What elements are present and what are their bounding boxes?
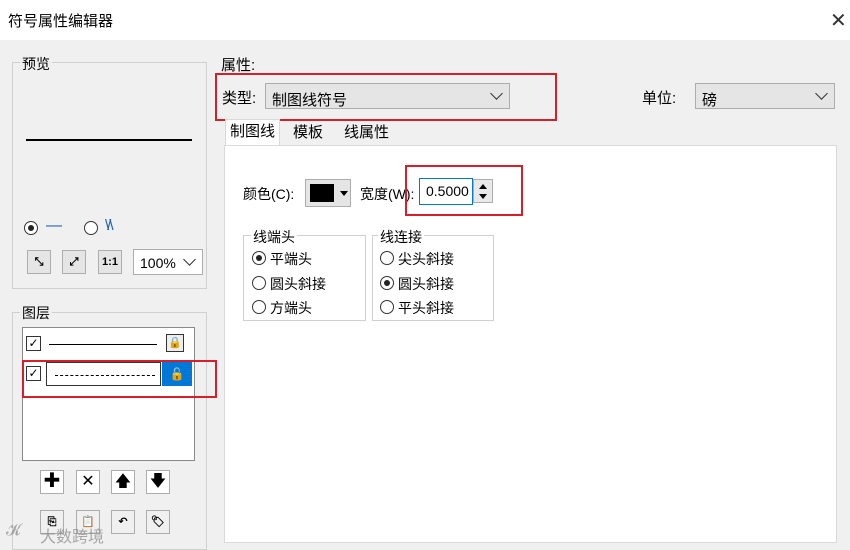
join-option-label: 尖头斜接 <box>398 251 454 267</box>
wave-mode-icon: \/\ <box>105 217 113 234</box>
annotation-box-layer <box>22 360 217 398</box>
annotation-box-width <box>405 165 523 216</box>
expand-icon[interactable]: ⤢ <box>62 250 86 274</box>
join-option-label: 圆头斜接 <box>398 276 454 292</box>
actual-size-icon[interactable]: 1:1 <box>98 250 122 274</box>
preview-label: 预览 <box>20 54 52 74</box>
zoom-value: 100% <box>140 255 176 271</box>
properties-label: 属性: <box>221 57 256 74</box>
tab-cartographic-line[interactable]: 制图线 <box>225 119 281 147</box>
close-icon[interactable]: ✕ <box>830 8 847 33</box>
layers-label: 图层 <box>20 303 52 323</box>
radio-join-miter[interactable] <box>380 251 394 265</box>
color-label: 颜色(C): <box>243 186 295 202</box>
radio-wave-mode[interactable] <box>84 221 98 235</box>
delete-icon[interactable]: ✕ <box>76 470 100 494</box>
add-icon[interactable]: ✚ <box>40 470 64 494</box>
radio-cap-flat[interactable] <box>252 251 266 265</box>
color-picker[interactable] <box>305 179 351 207</box>
move-down-icon[interactable]: 🡇 <box>146 470 170 494</box>
cap-option-label: 平端头 <box>270 251 312 267</box>
join-group-label: 线连接 <box>378 227 424 247</box>
chevron-down-icon <box>183 253 196 266</box>
unit-select[interactable]: 磅 <box>695 83 835 109</box>
tab-line-properties[interactable]: 线属性 <box>340 121 393 145</box>
tab-template[interactable]: 模板 <box>289 121 327 145</box>
title-bar <box>0 0 850 40</box>
tag-icon[interactable]: 🏷 <box>146 510 170 534</box>
cap-option-label: 圆头斜接 <box>270 276 326 292</box>
reset-icon[interactable]: ↶ <box>111 510 135 534</box>
watermark-logo-icon: 𝓚 <box>6 522 21 539</box>
radio-cap-round[interactable] <box>252 276 266 290</box>
radio-line-mode[interactable] <box>24 221 38 235</box>
shrink-icon[interactable]: ⤡ <box>27 250 51 274</box>
unit-label: 单位: <box>642 90 677 107</box>
cap-group-label: 线端头 <box>251 227 297 247</box>
preview-line <box>26 139 192 141</box>
layer-checkbox[interactable]: ✓ <box>26 336 41 351</box>
radio-cap-square[interactable] <box>252 300 266 314</box>
radio-join-bevel[interactable] <box>380 300 394 314</box>
layer-solid-line <box>49 344 157 345</box>
radio-join-round[interactable] <box>380 276 394 290</box>
watermark: 大数跨境 <box>40 529 105 546</box>
line-mode-icon: — <box>46 217 62 234</box>
lock-icon[interactable]: 🔒 <box>166 334 184 352</box>
join-option-label: 平头斜接 <box>398 300 454 316</box>
chevron-down-icon <box>340 191 348 196</box>
color-swatch <box>310 184 334 202</box>
zoom-select[interactable]: 100% <box>133 249 203 275</box>
window-title: 符号属性编辑器 <box>8 13 114 30</box>
move-up-icon[interactable]: 🡅 <box>111 470 135 494</box>
cap-option-label: 方端头 <box>270 300 312 316</box>
unit-value: 磅 <box>702 92 718 109</box>
chevron-down-icon <box>815 87 828 100</box>
annotation-box-type <box>215 73 557 121</box>
